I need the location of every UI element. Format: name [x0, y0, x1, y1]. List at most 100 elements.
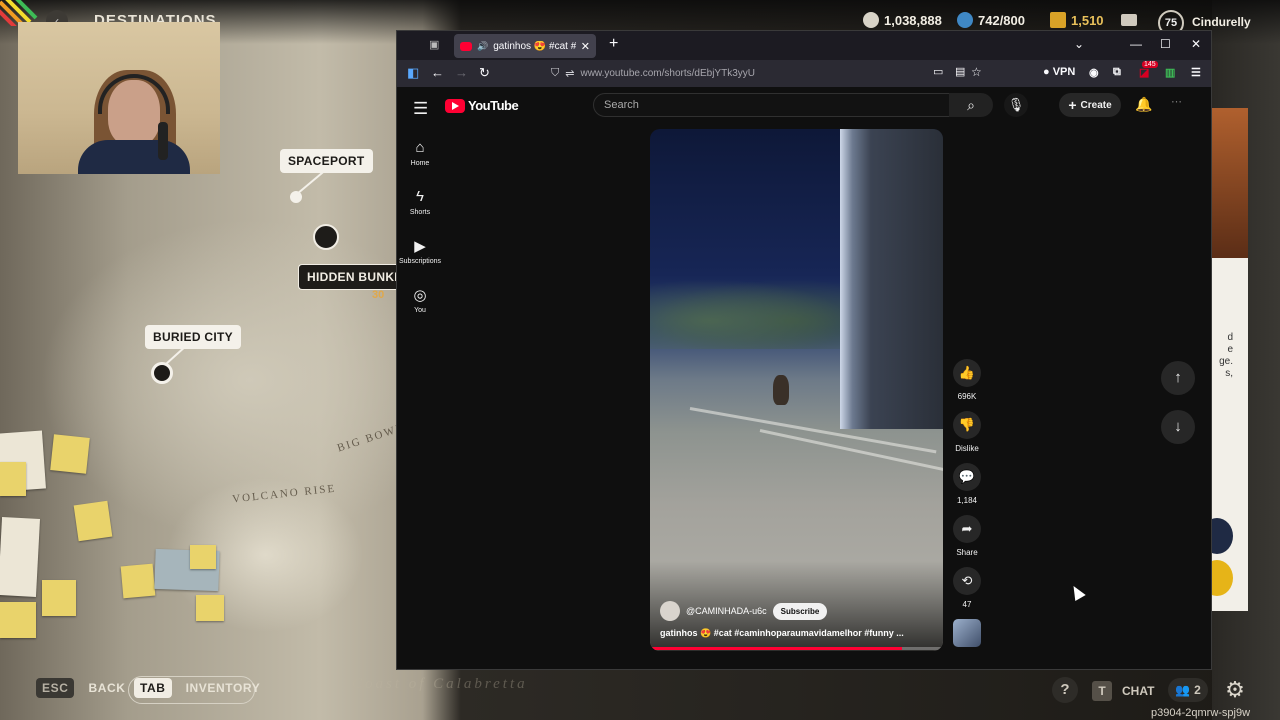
remix-icon[interactable]: ⟲	[953, 567, 981, 595]
picture-in-picture-icon[interactable]: ▭	[933, 65, 943, 78]
map-note	[73, 500, 113, 542]
dislike-label: Dislike	[955, 444, 979, 453]
currency-coins-value: 1,038,888	[884, 12, 942, 28]
app-menu-icon[interactable]: ☰	[1191, 66, 1201, 79]
you-icon: ◎	[413, 287, 427, 304]
map-pin-spaceport[interactable]	[290, 191, 302, 203]
youtube-favicon-icon	[460, 41, 472, 51]
screen: BIG BOWL VOLCANO RISE Coast of Calabrett…	[0, 0, 1280, 720]
channel-avatar[interactable]	[660, 601, 680, 621]
shield-icon[interactable]: ⛉	[551, 67, 559, 80]
create-button[interactable]: + Create	[1059, 93, 1121, 117]
map-pin-buried-city[interactable]	[151, 362, 173, 384]
tab-overview-icon[interactable]: ▣	[429, 38, 443, 52]
comments-action[interactable]: 💬 1,184	[951, 463, 983, 505]
back-label: BACK	[88, 681, 126, 695]
maximize-icon[interactable]: ☐	[1160, 37, 1171, 51]
video-trees	[650, 279, 850, 349]
search-input[interactable]: Search	[593, 93, 950, 117]
map-note	[42, 580, 76, 616]
sidebar-item-label: You	[414, 307, 426, 314]
chat-button[interactable]: T CHAT	[1092, 681, 1154, 701]
address-bar[interactable]: ⛉ ⇌ www.youtube.com/shorts/dEbjYTk3yyU	[545, 63, 977, 84]
vpn-extension[interactable]: ● VPN	[1043, 66, 1075, 78]
sidebar-item-label: Home	[410, 160, 430, 167]
gold-bars-icon	[1050, 12, 1066, 28]
extension-badge: 145	[1142, 61, 1158, 68]
help-button[interactable]: ?	[1052, 677, 1078, 703]
map-label-hidden-bunker[interactable]: HIDDEN BUNKE	[298, 264, 411, 290]
reader-view-icon[interactable]: ▤	[955, 65, 965, 78]
back-hint[interactable]: ESC BACK	[36, 678, 126, 698]
reload-icon[interactable]: ↻	[479, 65, 490, 81]
map-note	[0, 602, 36, 638]
video-building	[840, 129, 943, 429]
chat-label: CHAT	[1122, 684, 1155, 698]
chat-key: T	[1092, 681, 1112, 701]
youtube-logo[interactable]: YouTube	[445, 98, 519, 113]
tab-list-chevron-icon[interactable]: ⌄	[1074, 37, 1084, 51]
friends-icon: 👥	[1175, 683, 1191, 697]
bunker-timer: 30	[372, 289, 385, 301]
next-short-arrow-icon[interactable]: ↓	[1161, 410, 1195, 444]
speaker-icon[interactable]: 🔊	[477, 41, 488, 52]
extension-bars-icon[interactable]: ▥	[1165, 66, 1175, 79]
subscriptions-icon: ▶	[414, 238, 426, 255]
inventory-label: INVENTORY	[185, 681, 261, 695]
settings-gear-icon[interactable]: ⚙	[1222, 677, 1248, 703]
sidebar-item-home[interactable]: ⌂ Home	[397, 139, 443, 167]
map-note	[196, 595, 224, 621]
inventory-hint[interactable]: TAB INVENTORY	[134, 678, 260, 698]
create-label: Create	[1080, 99, 1112, 111]
new-tab-icon[interactable]: +	[609, 35, 618, 53]
sidebar-toggle-icon[interactable]: ◧	[407, 65, 419, 81]
bookmark-star-icon[interactable]: ☆	[971, 65, 982, 79]
map-label-spaceport[interactable]: SPACEPORT	[280, 149, 373, 173]
map-label-buried-city[interactable]: BURIED CITY	[145, 325, 241, 349]
voice-search-icon[interactable]: 🎙	[1004, 93, 1028, 117]
share-action[interactable]: ➦ Share	[951, 515, 983, 557]
player-name[interactable]: Cindurelly	[1192, 15, 1251, 29]
token-icon	[957, 12, 973, 28]
plus-icon: +	[1068, 97, 1077, 113]
friends-button[interactable]: 👥 2	[1168, 678, 1208, 702]
sidebar-item-shorts[interactable]: ϟ Shorts	[397, 188, 443, 216]
mail-icon[interactable]	[1121, 14, 1137, 26]
extensions-puzzle-icon[interactable]: ⧉	[1113, 66, 1121, 79]
close-window-icon[interactable]: ✕	[1191, 37, 1201, 51]
hamburger-menu-icon[interactable]: ☰	[413, 99, 428, 119]
dislike-icon[interactable]: 👎	[953, 411, 981, 439]
sidebar-item-you[interactable]: ◎ You	[397, 286, 443, 314]
minimize-icon[interactable]: —	[1130, 37, 1142, 51]
extension-icon[interactable]: ◉	[1089, 66, 1099, 79]
subscribe-button[interactable]: Subscribe	[772, 602, 828, 620]
tab-youtube-short[interactable]: 🔊 gatinhos 😍 #cat #caminh ✕	[454, 34, 596, 58]
sidebar-item-subscriptions[interactable]: ▶ Subscriptions	[397, 237, 443, 265]
notifications-bell-icon[interactable]: 🔔	[1135, 96, 1152, 113]
forward-icon[interactable]: →	[455, 65, 468, 80]
shorts-icon: ϟ	[416, 188, 424, 205]
video-caption[interactable]: gatinhos 😍 #cat #caminhoparaumavidamelho…	[660, 628, 910, 639]
comment-count: 1,184	[956, 496, 978, 505]
tab-title: gatinhos 😍 #cat #caminh	[493, 40, 576, 52]
tab-close-icon[interactable]: ✕	[581, 40, 590, 53]
short-video-player[interactable]: @CAMINHADA-u6c Subscribe gatinhos 😍 #cat…	[650, 129, 943, 651]
bunker-icon[interactable]	[313, 224, 339, 250]
account-avatar[interactable]: ⋯	[1171, 95, 1191, 115]
sound-thumbnail[interactable]	[953, 619, 981, 647]
search-icon[interactable]: ⌕	[949, 93, 993, 117]
share-icon[interactable]: ➦	[953, 515, 981, 543]
webcam-body	[78, 140, 190, 174]
previous-short-arrow-icon[interactable]: ↑	[1161, 361, 1195, 395]
browser-window: ▣ 🔊 gatinhos 😍 #cat #caminh ✕ + ⌄ — ☐ ✕ …	[396, 30, 1212, 670]
channel-name[interactable]: @CAMINHADA-u6c	[686, 606, 767, 616]
video-progress-bar[interactable]	[650, 647, 943, 650]
like-action[interactable]: 👍 696K	[951, 359, 983, 401]
back-icon[interactable]: ←	[431, 65, 444, 80]
site-info-icon[interactable]: ⇌	[565, 67, 574, 80]
remix-action[interactable]: ⟲ 47	[951, 567, 983, 609]
dislike-action[interactable]: 👎 Dislike	[951, 411, 983, 453]
map-note	[0, 462, 26, 496]
like-icon[interactable]: 👍	[953, 359, 981, 387]
comment-icon[interactable]: 💬	[953, 463, 981, 491]
